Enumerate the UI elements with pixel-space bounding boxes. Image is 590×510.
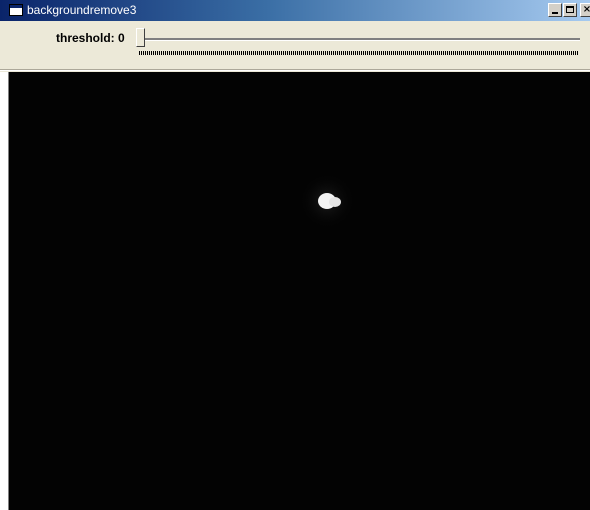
maximize-button[interactable] <box>563 3 577 17</box>
minimize-icon <box>552 12 558 14</box>
window-icon[interactable] <box>9 4 23 16</box>
video-frame-canvas <box>9 72 590 510</box>
slider-ticks <box>139 51 579 55</box>
title-bar[interactable]: backgroundremove3 × <box>0 0 590 21</box>
app-window: backgroundremove3 × threshold: 0 <box>0 0 590 510</box>
trackbar-panel: threshold: 0 <box>0 21 590 69</box>
window-title: backgroundremove3 <box>27 3 137 17</box>
frame-background <box>9 72 590 510</box>
video-frame <box>9 72 590 510</box>
image-left-border <box>0 72 9 510</box>
close-icon: × <box>582 4 590 15</box>
close-button[interactable]: × <box>580 3 590 17</box>
threshold-slider-track[interactable] <box>137 38 580 41</box>
threshold-label: threshold: 0 <box>56 31 125 45</box>
bright-blob-lobe <box>329 197 341 207</box>
threshold-slider-thumb[interactable] <box>136 28 145 47</box>
maximize-icon <box>566 6 574 13</box>
panel-separator <box>0 69 590 71</box>
minimize-button[interactable] <box>548 3 562 17</box>
